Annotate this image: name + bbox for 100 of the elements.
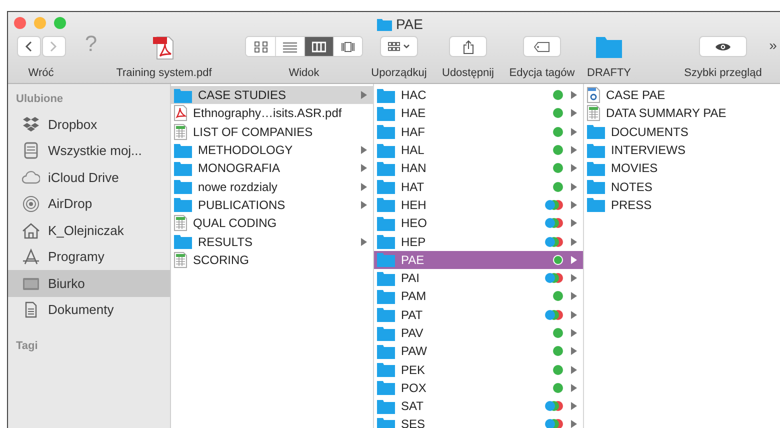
file-row[interactable]: INTERVIEWS: [584, 140, 780, 160]
view-switcher[interactable]: [245, 36, 363, 57]
document-icon: [587, 87, 600, 104]
file-row[interactable]: HAF: [374, 122, 583, 141]
toolbar-label: Uporządkuj: [371, 66, 427, 81]
spreadsheet-icon: [174, 252, 187, 268]
file-row[interactable]: PAV: [374, 324, 583, 342]
airdrop-icon: [22, 195, 40, 212]
sidebar-item[interactable]: K_Olejniczak: [8, 217, 170, 244]
file-row[interactable]: MOVIES: [584, 159, 780, 178]
file-row[interactable]: SAT: [374, 397, 583, 416]
folder-icon: [587, 179, 605, 194]
file-row[interactable]: CASE PAE: [584, 86, 780, 104]
eye-icon: [715, 42, 731, 52]
file-row[interactable]: NOTES: [584, 177, 780, 196]
grid-icon: [388, 42, 400, 51]
edit-tags-button[interactable]: [523, 36, 561, 57]
folder-icon: [174, 179, 192, 194]
folder-icon: [377, 416, 395, 428]
file-row[interactable]: PEK: [374, 360, 583, 379]
sidebar-item[interactable]: Programy: [8, 244, 170, 270]
file-row[interactable]: PUBLICATIONS: [171, 196, 373, 214]
view-mode-button[interactable]: [333, 37, 362, 56]
sidebar-item[interactable]: Dokumenty: [8, 296, 170, 323]
folder-icon: [377, 288, 395, 304]
folder-icon: [377, 398, 395, 414]
spreadsheet-icon: [174, 215, 187, 232]
spreadsheet-icon: [174, 124, 187, 140]
sidebar-item[interactable]: Dropbox: [8, 111, 170, 138]
folder-icon: [377, 362, 395, 378]
folder-icon: [377, 307, 395, 322]
folder-icon: [377, 326, 395, 340]
toolbar-label: Edycja tagów: [509, 66, 575, 81]
file-row[interactable]: SCORING: [171, 250, 373, 269]
file-row[interactable]: HEH: [374, 196, 583, 214]
folder-icon: [174, 160, 192, 176]
drawer-icon: [22, 142, 40, 160]
arrange-button[interactable]: [380, 36, 418, 57]
folder-icon: [587, 142, 605, 158]
file-row[interactable]: METHODOLOGY: [171, 140, 373, 160]
share-icon: [462, 40, 474, 54]
list-view-icon: [283, 40, 297, 52]
file-row[interactable]: POX: [374, 378, 583, 398]
file-row[interactable]: HEP: [374, 232, 583, 251]
icon-view-icon: [254, 40, 268, 52]
folder-icon: [377, 124, 395, 140]
folder-icon: [174, 234, 192, 250]
file-row[interactable]: PAE: [374, 250, 583, 269]
file-row[interactable]: HAN: [374, 159, 583, 178]
file-row[interactable]: HEO: [374, 214, 583, 232]
share-button[interactable]: [449, 36, 487, 57]
quick-look-button[interactable]: [699, 36, 747, 57]
sidebar-item[interactable]: Biurko: [8, 270, 170, 296]
folder-icon: [596, 36, 622, 58]
file-row[interactable]: HAL: [374, 140, 583, 160]
folder-icon: [377, 88, 395, 103]
spreadsheet-icon: [587, 105, 600, 122]
toolbar-label: Wróć: [28, 66, 54, 81]
file-row[interactable]: PAT: [374, 306, 583, 324]
view-mode-button[interactable]: [304, 37, 333, 56]
file-row[interactable]: PAW: [374, 342, 583, 360]
sidebar-item[interactable]: iCloud Drive: [8, 164, 170, 190]
back-button[interactable]: [16, 36, 40, 57]
folder-icon: [377, 160, 395, 176]
file-row[interactable]: Ethnography…isits.ASR.pdf: [171, 104, 373, 123]
toolbar-label: DRAFTY: [587, 66, 631, 81]
file-row[interactable]: HAC: [374, 86, 583, 104]
cloud-icon: [22, 168, 40, 186]
folder-icon: [377, 380, 395, 396]
dropbox-icon: [22, 116, 40, 133]
toolbar-label: Training system.pdf: [116, 66, 212, 81]
folder-icon: [377, 344, 395, 359]
file-row[interactable]: LIST OF COMPANIES: [171, 122, 373, 141]
folder-icon: [377, 216, 395, 231]
file-row[interactable]: MONOGRAFIA: [171, 159, 373, 178]
folder-icon: [377, 179, 395, 194]
file-row[interactable]: HAT: [374, 177, 583, 196]
file-row[interactable]: QUAL CODING: [171, 214, 373, 232]
file-row[interactable]: PRESS: [584, 196, 780, 214]
house-icon: [22, 222, 40, 239]
file-row[interactable]: DOCUMENTS: [584, 122, 780, 141]
file-row[interactable]: PAI: [374, 268, 583, 288]
sidebar-section-title: Ulubione: [16, 92, 64, 107]
folder-icon: [377, 106, 395, 121]
folder-icon: [587, 160, 605, 176]
close-button[interactable]: [14, 17, 26, 29]
sidebar-section-title: Tagi: [16, 338, 38, 354]
toolbar-label: Udostępnij: [442, 66, 494, 81]
file-row[interactable]: nowe rozdzialy: [171, 177, 373, 196]
sidebar-item[interactable]: Wszystkie moj...: [8, 138, 170, 164]
sidebar-item[interactable]: AirDrop: [8, 190, 170, 217]
file-row[interactable]: DATA SUMMARY PAE: [584, 104, 780, 123]
more-button[interactable]: »: [769, 38, 777, 52]
file-row[interactable]: PAM: [374, 287, 583, 306]
folder-icon: [377, 18, 392, 31]
file-row[interactable]: CASE STUDIES: [171, 86, 373, 104]
file-row[interactable]: HAE: [374, 104, 583, 123]
file-row[interactable]: RESULTS: [171, 232, 373, 251]
folder-icon: [377, 142, 395, 158]
pdf-file-icon: [153, 36, 175, 60]
